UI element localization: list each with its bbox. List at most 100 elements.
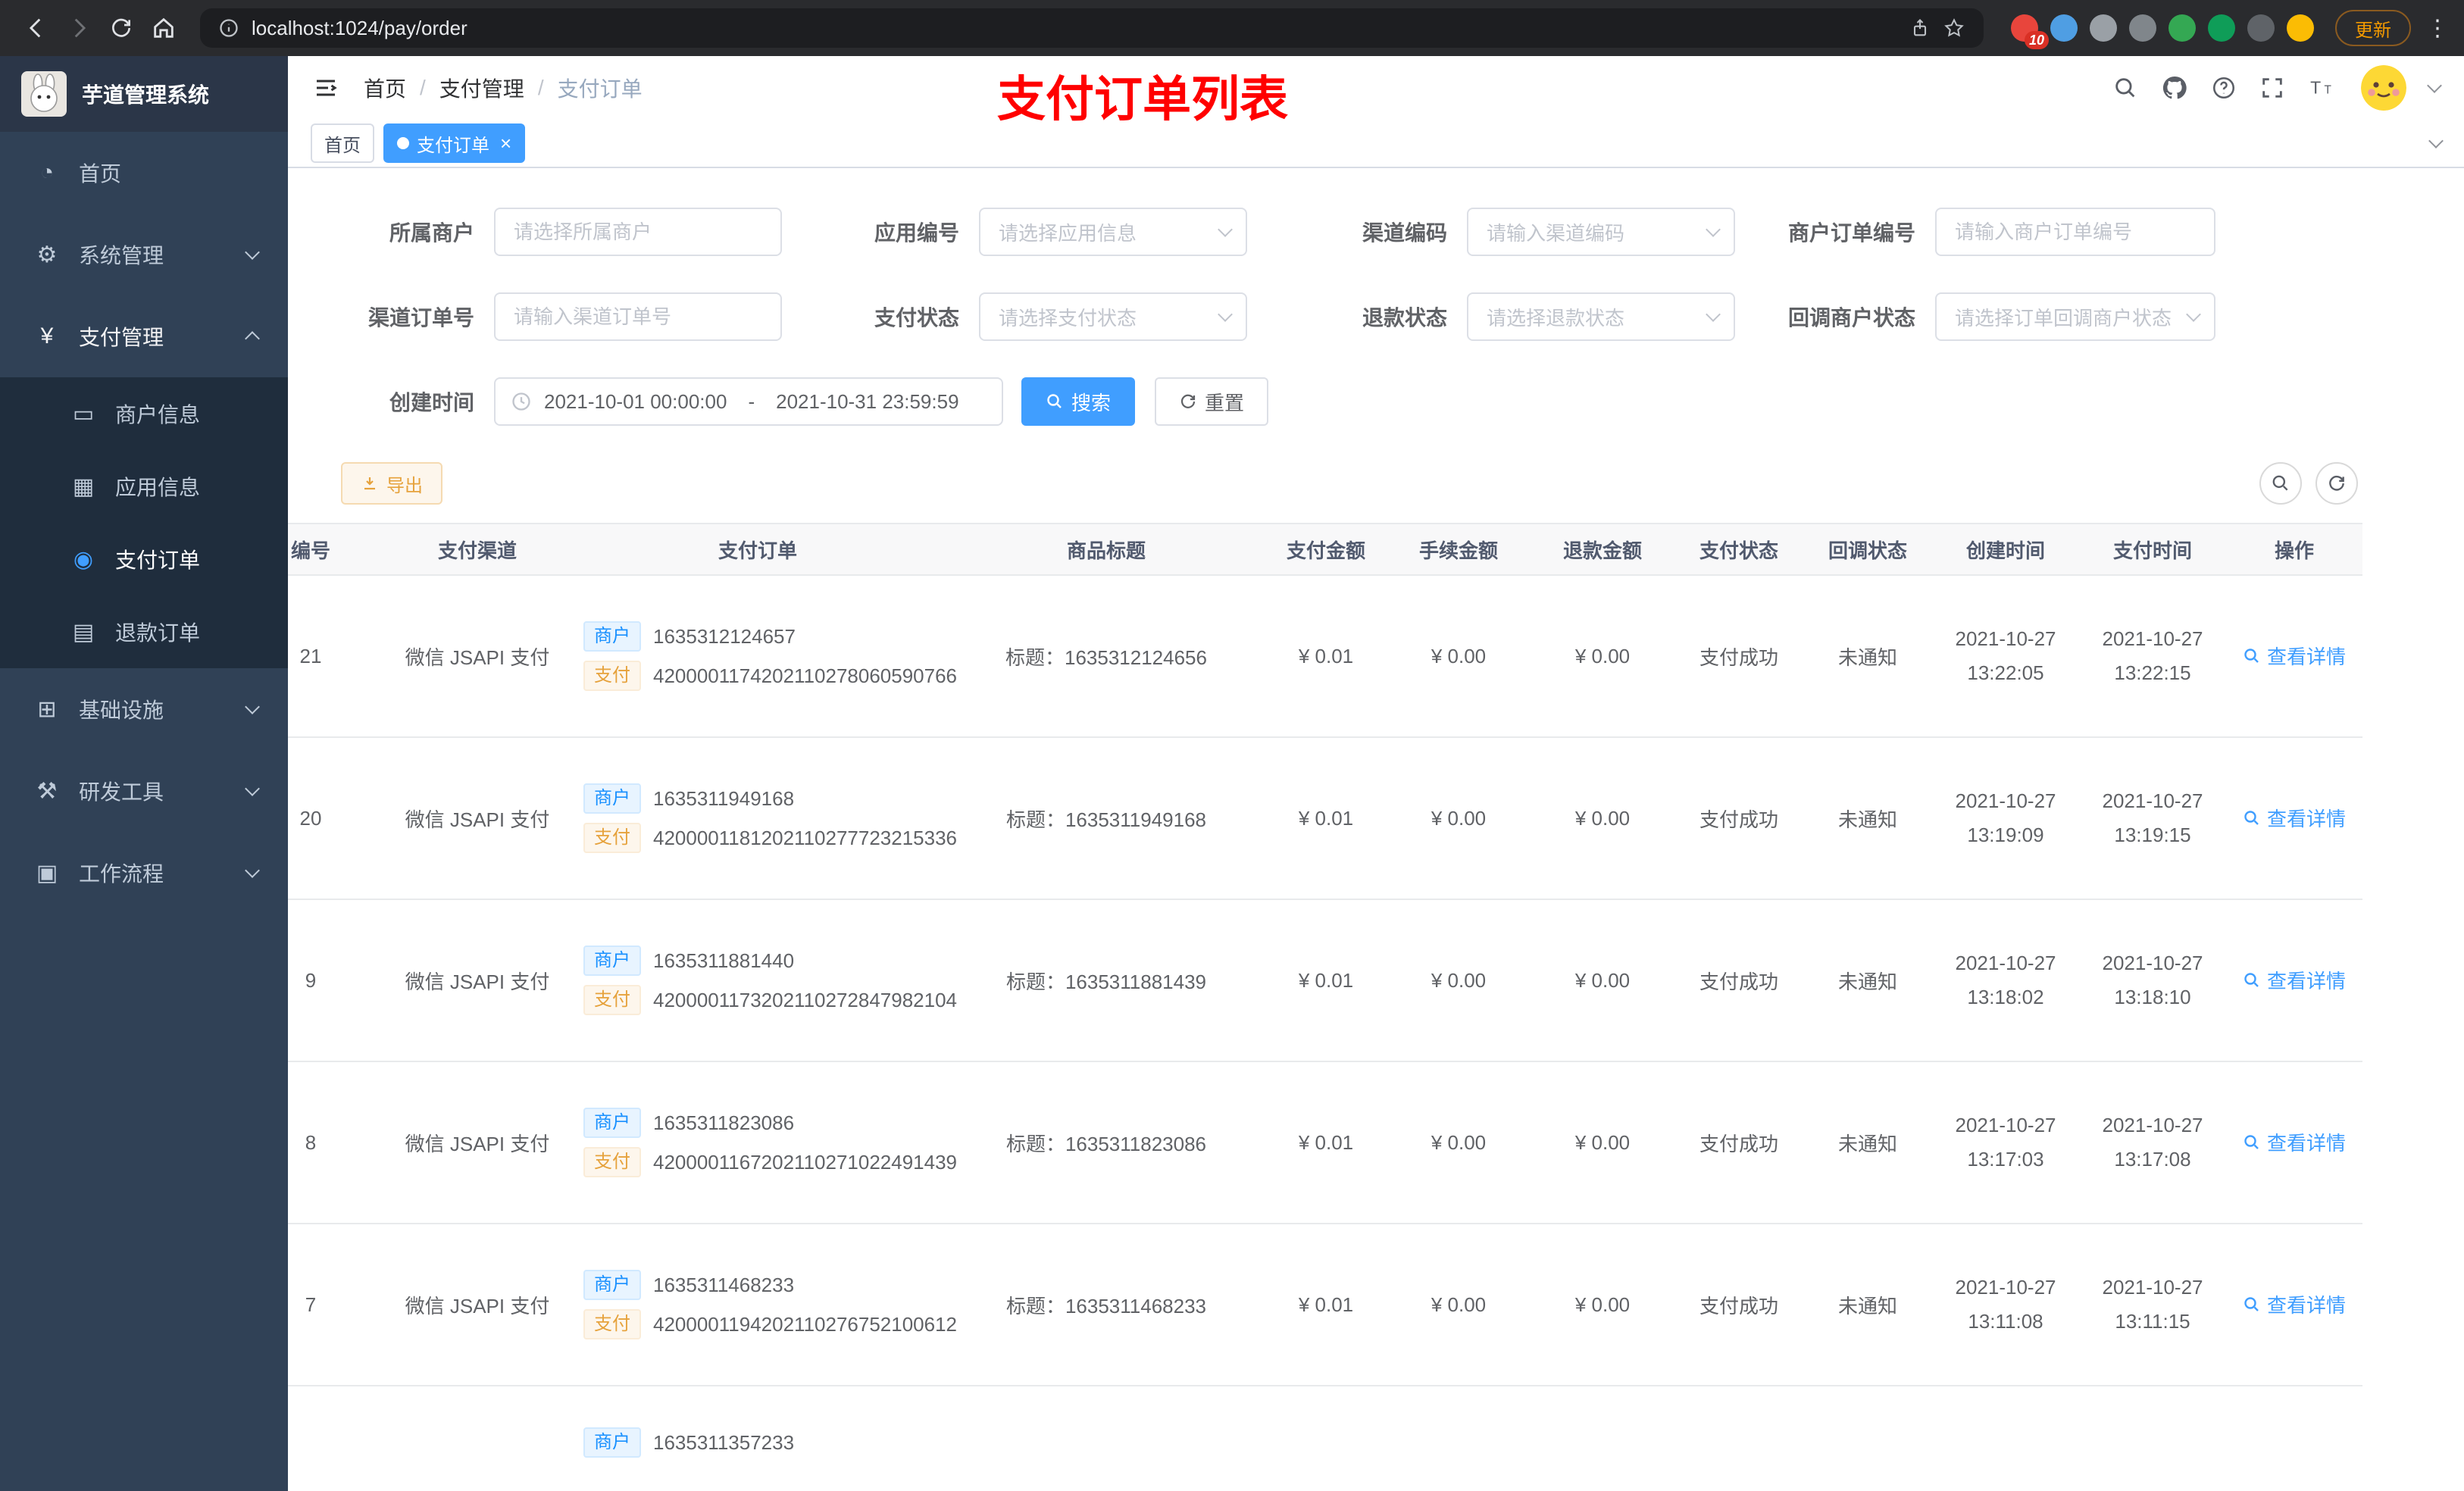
filter-label: 商户订单编号 — [1787, 221, 1915, 245]
sidebar-item-infrastructure[interactable]: ⊞ 基础设施 — [0, 668, 288, 750]
column-header: 手续金额 — [1387, 523, 1531, 576]
cell-order: 商户 1635311357233 — [568, 1386, 947, 1491]
tags-menu-icon[interactable] — [2428, 133, 2444, 148]
chevron-down-icon — [245, 863, 260, 878]
cell-order: 商户 1635311949168 支付 42000011812021102777232… — [568, 737, 957, 900]
cell-action: 查看详情 — [2226, 737, 2362, 900]
filter-select[interactable]: 请选择应用信息 — [979, 208, 1247, 256]
back-icon[interactable] — [15, 7, 58, 49]
search-icon[interactable] — [2112, 75, 2138, 101]
site-info-icon[interactable] — [218, 17, 239, 39]
refresh-button[interactable] — [2315, 462, 2358, 505]
topbar: 首页 / 支付管理 / 支付订单 支付订单列表 T T — [288, 56, 2464, 127]
sidebar-item-pay-order[interactable]: ◉ 支付订单 — [0, 523, 288, 595]
column-header: 退款金额 — [1531, 523, 1674, 576]
chevron-down-icon — [1218, 222, 1233, 237]
share-icon[interactable] — [1909, 17, 1931, 39]
sidebar-item-refund[interactable]: ▤ 退款订单 — [0, 595, 288, 668]
cell-channel: 微信 JSAPI 支付 — [386, 575, 568, 738]
filter-label: 退款状态 — [1362, 306, 1447, 330]
reload-icon[interactable] — [100, 7, 142, 49]
bookmark-star-icon[interactable] — [1943, 17, 1965, 39]
cell-channel: 微信 JSAPI 支付 — [386, 899, 568, 1062]
export-button[interactable]: 导出 — [341, 462, 442, 505]
sidebar-item-dashboard[interactable]: ◔ 首页 — [0, 132, 288, 214]
filter-label: 支付状态 — [874, 306, 959, 330]
extension-icon[interactable] — [2090, 14, 2117, 42]
browser-menu-icon[interactable]: ⋮ — [2426, 15, 2449, 42]
filter-input[interactable] — [494, 292, 782, 341]
extension-icon[interactable] — [2247, 14, 2275, 42]
breadcrumb-home[interactable]: 首页 — [364, 73, 406, 103]
view-detail-link[interactable]: 查看详情 — [2243, 642, 2346, 670]
filter-select[interactable]: 请选择订单回调商户状态 — [1935, 292, 2215, 341]
sidebar-menu: ◔ 首页 ⚙ 系统管理 ¥ 支付管理 ▭ 商户信息 ▦ 应用信息 ◉ 支付订单 ▤ 退款订单 ⊞ 基础设施 ⚒ 研… — [0, 132, 288, 914]
sidebar-item-merchant[interactable]: ▭ 商户信息 — [0, 377, 288, 450]
devtool-icon: ⚒ — [36, 778, 58, 804]
column-header: 编号 — [288, 523, 386, 576]
pay-tag: 支付 — [583, 985, 641, 1015]
view-detail-link[interactable]: 查看详情 — [2243, 1290, 2346, 1318]
cell-fee: ¥ 0.00 — [1387, 575, 1531, 738]
user-avatar[interactable] — [2361, 65, 2406, 111]
view-detail-link[interactable]: 查看详情 — [2243, 966, 2346, 994]
github-icon[interactable] — [2161, 74, 2188, 102]
tab-支付订单[interactable]: 支付订单 × — [383, 123, 526, 163]
url-bar[interactable]: localhost:1024/pay/order — [200, 8, 1984, 48]
chevron-down-icon[interactable] — [2427, 78, 2442, 93]
merchant-tag: 商户 — [583, 783, 641, 814]
cell-action: 查看详情 — [2226, 899, 2362, 1062]
breadcrumb-pay[interactable]: 支付管理 — [439, 73, 524, 103]
cell-channel — [386, 1386, 568, 1491]
cell-create-time: 2021-10-27 13:22:05 — [1932, 575, 2079, 738]
help-icon[interactable] — [2211, 75, 2237, 101]
sidebar-item-app[interactable]: ▦ 应用信息 — [0, 450, 288, 523]
cell-notify: 未通知 — [1803, 1061, 1932, 1224]
extension-icon[interactable]: 10 — [2011, 14, 2049, 49]
filter-row-date: 创建时间 2021-10-01 00:00:00 - 2021-10-31 23… — [288, 377, 2464, 426]
cell-order: 商户 1635311468233 支付 42000011942021102767521… — [568, 1224, 957, 1386]
merchant-tag: 商户 — [583, 1108, 641, 1138]
tab-首页[interactable]: 首页 — [311, 123, 374, 163]
home-icon[interactable] — [142, 7, 185, 49]
pay-tag: 支付 — [583, 661, 641, 691]
date-range-input[interactable]: 2021-10-01 00:00:00 - 2021-10-31 23:59:5… — [494, 377, 1003, 426]
table-row: 20 微信 JSAPI 支付 商户 1635311949168 支付 4200001181… — [288, 737, 2362, 900]
extension-icon[interactable] — [2129, 14, 2156, 42]
filter-select[interactable]: 请选择退款状态 — [1467, 292, 1735, 341]
font-size-icon[interactable]: TT — [2308, 76, 2338, 100]
filter-select[interactable]: 请输入渠道编码 — [1467, 208, 1735, 256]
cell-status: 支付成功 — [1674, 737, 1803, 900]
gear-icon: ⚙ — [36, 242, 58, 267]
sidebar-toggle-icon[interactable] — [312, 74, 339, 102]
search-button[interactable]: 搜索 — [1021, 377, 1136, 426]
view-detail-link[interactable]: 查看详情 — [2243, 1128, 2346, 1156]
app-logo[interactable]: 芋道管理系统 — [0, 56, 288, 132]
sidebar-item-label: 支付管理 — [79, 326, 164, 349]
cell-fee: ¥ 0.00 — [1387, 1224, 1531, 1386]
filter-input[interactable] — [494, 208, 782, 256]
extension-icon[interactable] — [2050, 14, 2078, 42]
fullscreen-icon[interactable] — [2259, 75, 2285, 101]
filter-select[interactable]: 请选择支付状态 — [979, 292, 1247, 341]
forward-icon[interactable] — [58, 7, 100, 49]
view-detail-link[interactable]: 查看详情 — [2243, 804, 2346, 832]
sidebar-item-yen[interactable]: ¥ 支付管理 — [0, 295, 288, 377]
sidebar-item-devtool[interactable]: ⚒ 研发工具 — [0, 750, 288, 832]
sidebar-item-workflow[interactable]: ▣ 工作流程 — [0, 832, 288, 914]
cell-id: 7 — [288, 1224, 386, 1386]
filter-input[interactable] — [1935, 208, 2215, 256]
sidebar-item-label: 退款订单 — [115, 621, 201, 645]
extension-icon[interactable] — [2208, 14, 2235, 42]
reset-button[interactable]: 重置 — [1155, 377, 1269, 426]
update-button[interactable]: 更新 — [2335, 10, 2411, 46]
cell-create-time: 2021-10-27 13:18:02 — [1932, 899, 2079, 1062]
sidebar-item-label: 首页 — [79, 162, 122, 186]
sidebar-item-gear[interactable]: ⚙ 系统管理 — [0, 214, 288, 295]
cell-refund: ¥ 0.00 — [1531, 1061, 1674, 1224]
toggle-search-button[interactable] — [2259, 462, 2302, 505]
cell-create-time: 2021-10-27 13:17:03 — [1932, 1061, 2079, 1224]
close-icon[interactable]: × — [500, 133, 511, 153]
extension-icon[interactable] — [2169, 14, 2196, 42]
extension-icon[interactable] — [2287, 14, 2314, 42]
